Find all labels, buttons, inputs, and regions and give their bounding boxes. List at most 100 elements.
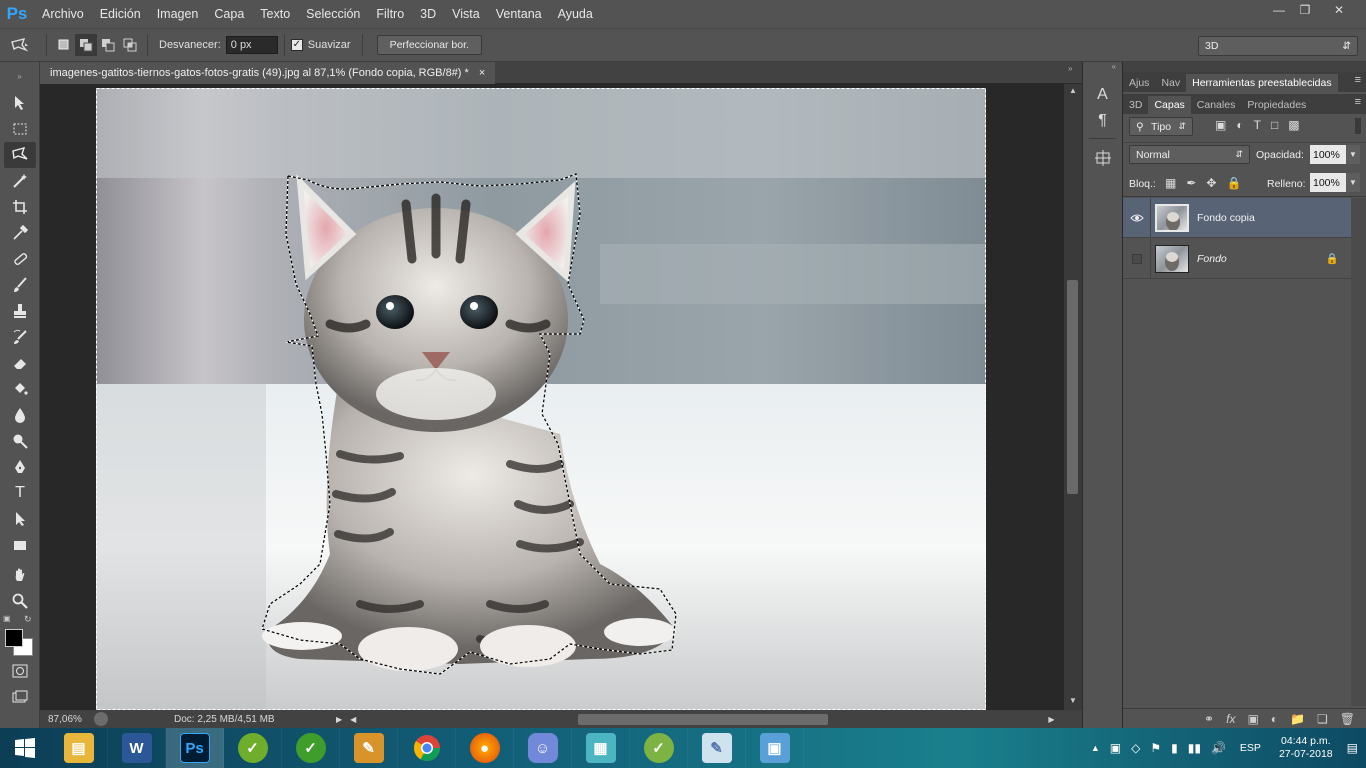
menu-imagen[interactable]: Imagen [149,0,207,28]
scroll-left-icon[interactable]: ◀ [350,715,356,724]
pen-tool-icon[interactable] [0,454,40,480]
scroll-up-icon[interactable]: ▲ [1069,86,1077,95]
filter-smart-object-icon[interactable]: ▩ [1288,118,1299,132]
taskbar-app-image[interactable]: ▣ [746,728,804,768]
lock-all-icon[interactable]: 🔒 [1226,176,1241,190]
intersect-selection-icon[interactable] [119,34,141,56]
menu-archivo[interactable]: Archivo [34,0,92,28]
link-layers-icon[interactable]: ⚭ [1204,712,1214,726]
delete-layer-icon[interactable]: 🗑 [1340,712,1355,726]
filter-type-icon[interactable]: T [1254,118,1261,132]
swap-colors-icon[interactable]: ↻ [24,614,32,625]
tab-layers[interactable]: Capas [1148,96,1191,114]
refine-edge-button[interactable]: Perfeccionar bor. [376,35,482,55]
filter-toggle[interactable] [1355,118,1361,134]
share-icon[interactable] [94,712,108,726]
menu-selecci-n[interactable]: Selección [298,0,368,28]
fill-field[interactable]: 100% ▼ [1310,173,1360,192]
layer-row-fondo-copia[interactable]: Fondo copia [1123,197,1351,238]
taskbar-firefox[interactable]: ● [456,728,514,768]
tab-navigator[interactable]: Nav [1155,74,1186,92]
scroll-down-icon[interactable]: ▼ [1069,696,1077,705]
close-tab-icon[interactable]: × [479,67,485,79]
magic-wand-icon[interactable] [0,168,40,194]
tab-3d[interactable]: 3D [1123,96,1148,114]
opacity-field[interactable]: 100% ▼ [1310,145,1360,164]
vertical-scrollbar[interactable]: ▲ ▼ [1064,84,1082,710]
brush-tool-icon[interactable] [0,272,40,298]
opacity-slider-icon[interactable]: ▼ [1346,145,1360,164]
lasso-tool-preset-icon[interactable] [0,34,40,56]
eraser-icon[interactable] [0,350,40,376]
menu-filtro[interactable]: Filtro [368,0,412,28]
taskbar-app-green-1[interactable]: ✓ [224,728,282,768]
vertical-scroll-thumb[interactable] [1067,280,1078,494]
menu-ventana[interactable]: Ventana [488,0,550,28]
paint-bucket-icon[interactable] [0,376,40,402]
clock[interactable]: 04:44 p.m. 27-07-2018 [1279,735,1333,761]
new-selection-icon[interactable] [53,34,75,56]
taskbar-app-green-2[interactable]: ✓ [282,728,340,768]
dodge-tool-icon[interactable] [0,428,40,454]
visibility-toggle[interactable] [1123,238,1151,279]
start-button[interactable] [0,728,50,768]
crop-tool-icon[interactable] [0,194,40,220]
taskbar-chrome[interactable] [398,728,456,768]
screen-mode-icon[interactable] [0,684,40,710]
tab-channels[interactable]: Canales [1191,96,1242,114]
lock-transparent-icon[interactable]: ▦ [1165,176,1176,190]
feather-input[interactable] [225,36,278,54]
move-tool-icon[interactable] [0,90,40,116]
layer-name[interactable]: Fondo copia [1197,212,1255,224]
taskbar-discord[interactable]: ☺ [514,728,572,768]
add-mask-icon[interactable]: ▣ [1247,712,1258,726]
close-window-icon[interactable]: ✕ [1322,0,1356,20]
clone-stamp-icon[interactable] [0,298,40,324]
notifications-icon[interactable]: ▤ [1347,741,1358,755]
menu-ayuda[interactable]: Ayuda [550,0,601,28]
restore-icon[interactable]: ❐ [1288,0,1322,20]
canvas-area[interactable] [40,84,1064,710]
tab-adjustments[interactable]: Ajus [1123,74,1155,92]
lock-position-icon[interactable]: ✥ [1206,176,1216,190]
panel-collapse-icon[interactable]: » [1068,64,1072,73]
flag-icon[interactable]: ⚑ [1150,741,1161,755]
toolbox-collapse-icon[interactable]: » [0,62,39,90]
new-layer-icon[interactable]: ❏ [1317,712,1328,726]
new-group-icon[interactable]: 📁 [1290,712,1305,726]
workspace-select[interactable]: 3D ⇵ [1198,36,1358,56]
menu-edici-n[interactable]: Edición [92,0,149,28]
zoom-level[interactable]: 87,06% [48,714,88,725]
dock-collapse-icon[interactable]: « [1083,62,1122,82]
taskbar-photoshop[interactable]: Ps [166,728,224,768]
horizontal-scroll-thumb[interactable] [578,713,829,725]
tab-properties[interactable]: Propiedades [1241,96,1312,114]
blend-mode-select[interactable]: Normal ⇵ [1129,145,1250,164]
healing-brush-icon[interactable] [0,246,40,272]
battery-icon[interactable]: ▮ [1171,741,1178,755]
eyedropper-icon[interactable] [0,220,40,246]
filter-shape-icon[interactable]: □ [1271,118,1278,132]
menu-texto[interactable]: Texto [252,0,298,28]
fill-slider-icon[interactable]: ▼ [1346,173,1360,192]
add-selection-icon[interactable] [75,34,97,56]
taskbar-app-paint[interactable]: ✎ [340,728,398,768]
path-selection-icon[interactable] [0,506,40,532]
scroll-right-icon[interactable]: ▶ [1048,715,1054,724]
fill-value[interactable]: 100% [1310,173,1346,192]
menu-3d[interactable]: 3D [412,0,444,28]
marquee-tool-icon[interactable] [0,116,40,142]
layer-filter-select[interactable]: ⚲ Tipo ⇵ [1129,117,1193,136]
default-colors-icon[interactable]: ▣ [3,614,11,623]
subtract-selection-icon[interactable] [97,34,119,56]
tray-app-icon[interactable]: ▣ [1110,741,1121,755]
history-brush-icon[interactable] [0,324,40,350]
quick-mask-icon[interactable] [0,658,40,684]
taskbar-app-notes[interactable]: ✎ [688,728,746,768]
taskbar-explorer[interactable]: ▤ [50,728,108,768]
polygonal-lasso-tool-icon[interactable] [4,142,36,168]
layers-scrollbar[interactable] [1351,198,1366,706]
layer-row-fondo[interactable]: Fondo 🔒 [1123,238,1351,279]
status-menu-icon[interactable]: ▶ [336,715,342,724]
lock-image-icon[interactable]: ✒ [1186,176,1196,190]
